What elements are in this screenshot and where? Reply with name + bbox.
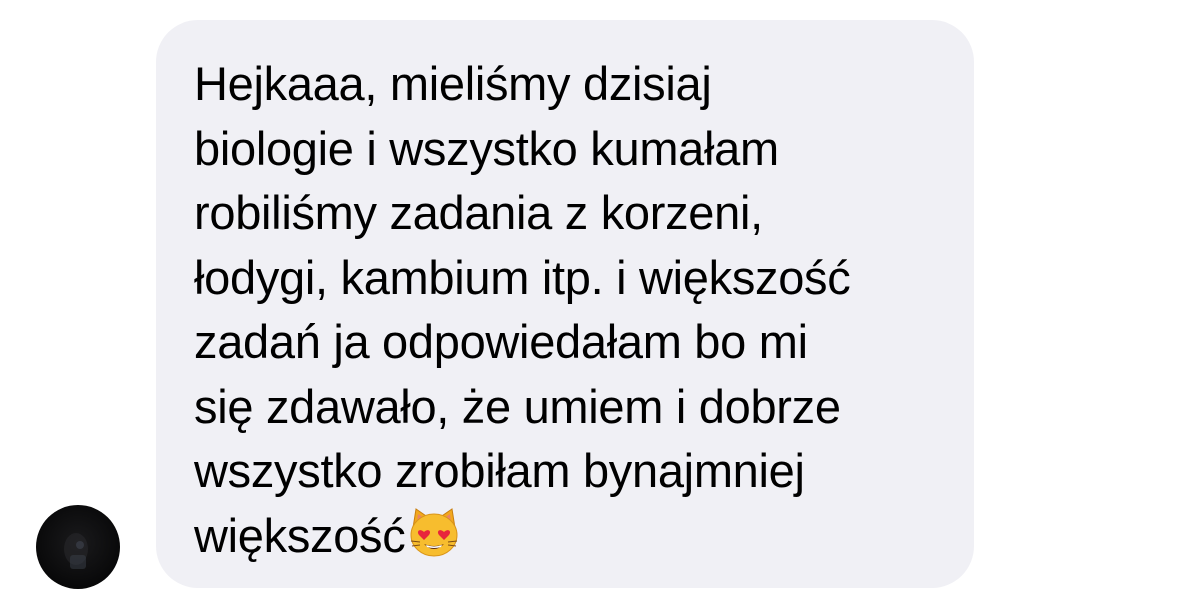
message-bubble[interactable]: Hejkaaa, mieliśmy dzisiaj biologie i wsz… — [156, 20, 974, 588]
message-last-line: większość — [194, 504, 954, 577]
message-line: robiliśmy zadania z korzeni, — [194, 186, 763, 239]
avatar[interactable] — [36, 505, 120, 589]
message-line: Hejkaaa, mieliśmy dzisiaj — [194, 57, 712, 110]
message-line: łodygi, kambium itp. i większość — [194, 250, 851, 304]
heart-eyes-cat-emoji-icon — [407, 506, 461, 577]
message-line: się zdawało, że umiem i dobrze — [194, 379, 841, 433]
avatar-photo — [64, 533, 88, 569]
message-line: wszystko zrobiłam bynajmniej — [194, 444, 805, 497]
message-text: Hejkaaa, mieliśmy dzisiaj biologie i wsz… — [194, 52, 954, 576]
message-line: zadań ja odpowiedałam bo mi — [194, 315, 808, 368]
chat-thread: Hejkaaa, mieliśmy dzisiaj biologie i wsz… — [0, 0, 1179, 608]
message-line: biologie i wszystko kumałam — [194, 121, 779, 175]
message-line: większość — [194, 508, 406, 562]
